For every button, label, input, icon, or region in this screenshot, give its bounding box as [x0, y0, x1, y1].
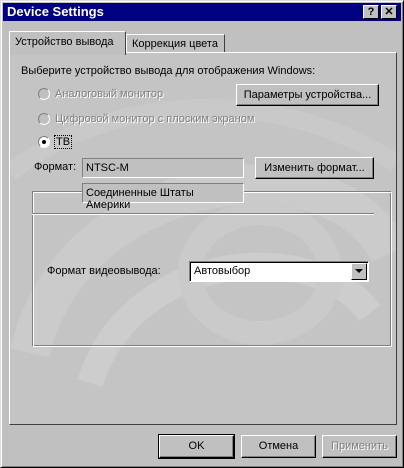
apply-button-label: Применить — [331, 440, 388, 452]
radio-digital-flat-panel-label: Цифровой монитор с плоским экраном — [55, 113, 255, 125]
window-title: Device Settings — [7, 4, 104, 19]
tab-output-device-label: Устройство вывода — [15, 36, 114, 48]
video-output-select[interactable]: Автовыбор — [189, 261, 369, 282]
cancel-button[interactable]: Отмена — [241, 435, 316, 458]
title-bar[interactable]: Device Settings ? ✕ — [3, 3, 401, 21]
device-params-button-label: Параметры устройства... — [243, 89, 372, 101]
cancel-button-label: Отмена — [258, 440, 299, 452]
video-output-label: Формат видеовывода: — [47, 265, 161, 277]
radio-tv-label: ТВ — [53, 135, 73, 149]
radio-digital-flat-panel[interactable] — [38, 113, 50, 125]
ok-button-label: OK — [188, 440, 205, 452]
tab-panel: Выберите устройство вывода для отображен… — [9, 52, 397, 425]
tab-color-correction-label: Коррекция цвета — [132, 38, 218, 50]
radio-analog-monitor[interactable] — [38, 88, 50, 100]
format-value-field: NTSC-M — [82, 158, 244, 178]
ok-button[interactable]: OK — [158, 434, 235, 459]
video-output-dropdown-button[interactable] — [351, 263, 367, 280]
chevron-down-icon — [355, 269, 363, 273]
help-button[interactable]: ? — [363, 5, 379, 19]
change-format-button[interactable]: Изменить формат... — [255, 157, 374, 179]
apply-button[interactable]: Применить — [322, 435, 397, 458]
close-button[interactable]: ✕ — [381, 5, 397, 19]
tab-output-device[interactable]: Устройство вывода — [9, 31, 126, 55]
format-value: NTSC-M — [86, 162, 129, 174]
output-instruction: Выберите устройство вывода для отображен… — [21, 65, 316, 77]
tab-color-correction[interactable]: Коррекция цвета — [126, 34, 225, 54]
video-output-value: Автовыбор — [194, 265, 251, 277]
radio-selected-dot — [42, 140, 46, 144]
change-format-button-label: Изменить формат... — [264, 162, 365, 174]
radio-analog-monitor-label: Аналоговый монитор — [55, 88, 164, 100]
radio-tv[interactable] — [38, 136, 50, 148]
device-settings-window: Device Settings ? ✕ Устройство вывода Ко… — [0, 0, 404, 468]
region-value-field: Соединенные Штаты Америки — [82, 183, 244, 211]
device-params-button[interactable]: Параметры устройства... — [236, 84, 379, 106]
format-label: Формат: — [34, 161, 77, 173]
group-separator — [32, 213, 374, 215]
radio-tv-label-text: ТВ — [53, 135, 73, 149]
